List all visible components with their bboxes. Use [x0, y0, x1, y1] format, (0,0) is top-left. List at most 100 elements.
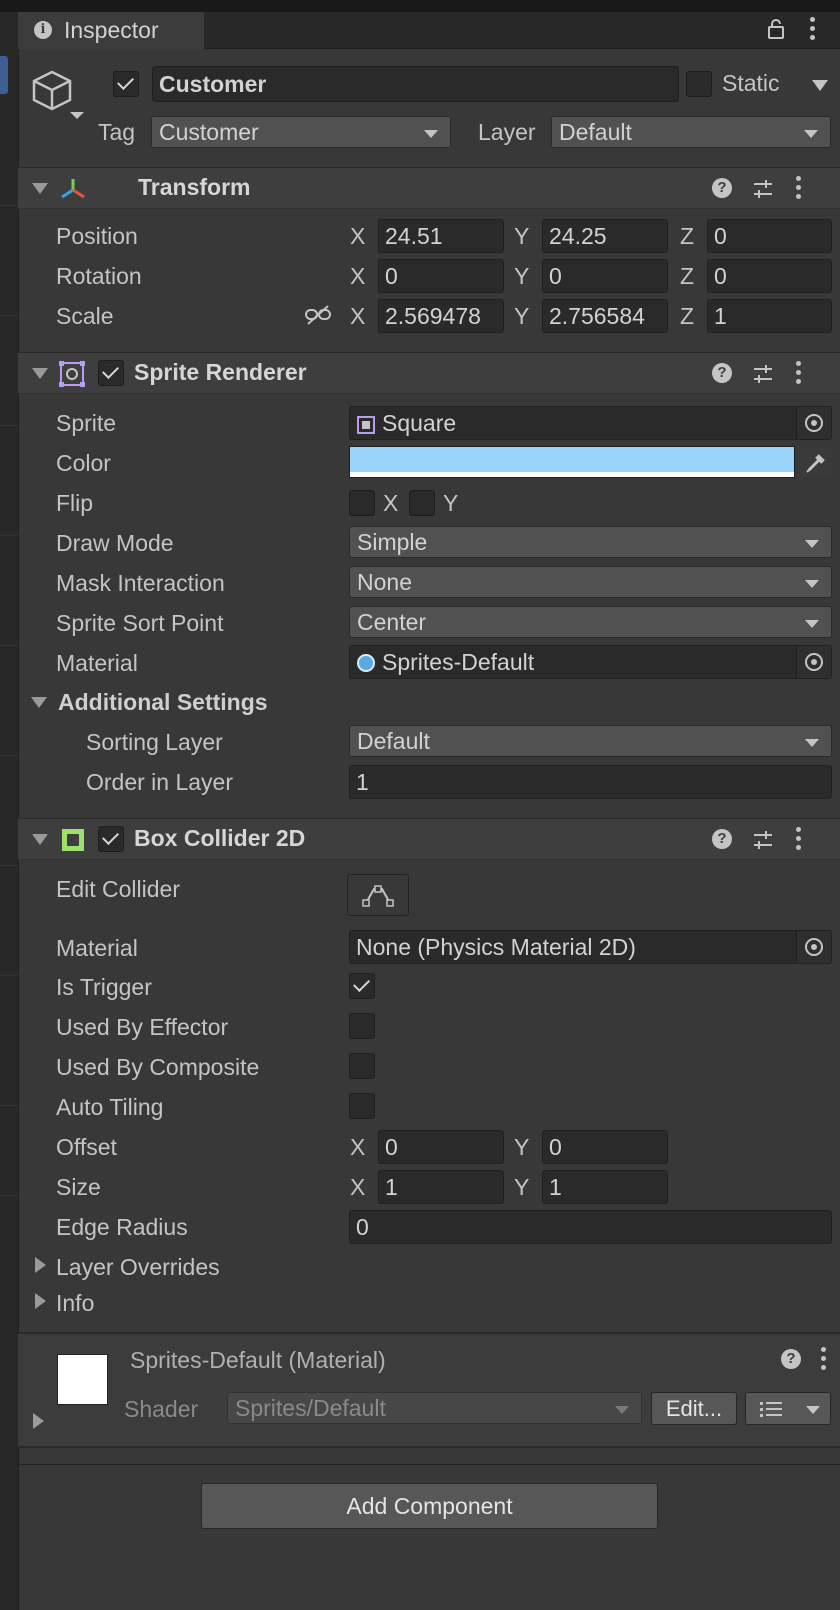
used-by-composite-checkbox[interactable]	[349, 1053, 375, 1079]
gameobject-cube-icon[interactable]	[30, 68, 86, 120]
axis-y: Y	[514, 1134, 530, 1160]
sprite-asset-icon	[357, 416, 375, 434]
box-collider-title: Box Collider 2D	[134, 825, 306, 851]
sprite-renderer-header[interactable]: Sprite Renderer ?	[18, 352, 840, 394]
adjacent-panel-edge	[0, 12, 19, 1610]
object-picker-icon[interactable]	[796, 931, 831, 963]
constrain-proportions-icon[interactable]	[304, 304, 332, 326]
material-object-field[interactable]: Sprites-Default	[349, 645, 832, 679]
scale-x-input[interactable]: 2.569478	[378, 299, 504, 333]
sprite-renderer-foldout-arrow[interactable]	[32, 368, 48, 379]
box-collider-foldout-arrow[interactable]	[32, 834, 48, 845]
axis-x: X	[350, 1134, 366, 1160]
layer-dropdown[interactable]: Default	[551, 116, 831, 148]
object-picker-icon[interactable]	[796, 407, 831, 439]
scale-label: Scale	[56, 303, 114, 329]
info-foldout-arrow[interactable]	[35, 1293, 46, 1309]
add-component-button[interactable]: Add Component	[201, 1483, 658, 1529]
order-in-layer-input[interactable]: 1	[349, 765, 832, 799]
edit-collider-button[interactable]	[347, 874, 409, 916]
draw-mode-value: Simple	[357, 529, 428, 555]
object-picker-icon[interactable]	[796, 646, 831, 678]
tag-value: Customer	[159, 119, 259, 145]
lock-icon[interactable]	[766, 18, 786, 40]
sprite-sort-point-dropdown[interactable]: Center	[349, 606, 832, 638]
eyedropper-icon[interactable]	[799, 448, 831, 478]
presets-icon[interactable]	[752, 829, 774, 851]
is-trigger-checkbox[interactable]	[349, 973, 375, 999]
transform-header[interactable]: Transform ?	[18, 167, 840, 209]
tag-label: Tag	[98, 119, 136, 145]
component-menu-icon[interactable]	[796, 361, 802, 385]
shader-label: Shader	[124, 1396, 199, 1422]
tab-inspector[interactable]: i Inspector	[18, 12, 204, 49]
material-foldout-arrow[interactable]	[33, 1413, 44, 1429]
shader-dropdown[interactable]: Sprites/Default	[227, 1392, 642, 1424]
list-icon	[760, 1402, 782, 1417]
additional-settings-foldout-arrow[interactable]	[31, 697, 47, 708]
sprite-sort-point-value: Center	[357, 609, 427, 635]
static-checkbox[interactable]	[686, 71, 712, 97]
physics-material-field[interactable]: None (Physics Material 2D)	[349, 930, 832, 964]
tag-dropdown[interactable]: Customer	[151, 116, 451, 148]
mask-interaction-dropdown[interactable]: None	[349, 566, 832, 598]
material-preview-thumbnail	[57, 1354, 108, 1405]
sprite-object-field[interactable]: Square	[349, 406, 832, 440]
transform-axes-icon	[61, 179, 85, 199]
object-name-input[interactable]: Customer	[152, 66, 679, 102]
used-by-composite-label: Used By Composite	[56, 1054, 260, 1080]
object-active-checkbox[interactable]	[113, 71, 139, 97]
size-y-input[interactable]: 1	[542, 1170, 668, 1204]
axis-y: Y	[514, 223, 530, 249]
color-swatch[interactable]	[349, 446, 795, 478]
additional-settings-label[interactable]: Additional Settings	[58, 689, 268, 716]
position-x-input[interactable]: 24.51	[378, 219, 504, 253]
transform-foldout-arrow[interactable]	[32, 183, 48, 194]
help-icon[interactable]: ?	[712, 363, 732, 383]
scale-y-input[interactable]: 2.756584	[542, 299, 668, 333]
component-menu-icon[interactable]	[796, 827, 802, 851]
component-menu-icon[interactable]	[796, 176, 802, 200]
help-icon[interactable]: ?	[781, 1349, 801, 1369]
sorting-layer-dropdown[interactable]: Default	[349, 725, 832, 757]
size-x-input[interactable]: 1	[378, 1170, 504, 1204]
sprite-renderer-enabled-checkbox[interactable]	[98, 360, 124, 386]
help-icon[interactable]: ?	[712, 178, 732, 198]
material-label: Material	[56, 650, 138, 676]
box-collider-header[interactable]: Box Collider 2D ?	[18, 818, 840, 860]
edit-shader-button[interactable]: Edit...	[651, 1392, 737, 1425]
axis-z: Z	[680, 223, 695, 249]
position-z-input[interactable]: 0	[707, 219, 832, 253]
flip-y-checkbox[interactable]	[409, 490, 435, 516]
static-dropdown-arrow[interactable]	[812, 80, 828, 91]
layer-value: Default	[559, 119, 632, 145]
scale-z-input[interactable]: 1	[707, 299, 832, 333]
tab-menu-icon[interactable]	[810, 17, 816, 41]
presets-icon[interactable]	[752, 363, 774, 385]
flip-x-checkbox[interactable]	[349, 490, 375, 516]
rotation-x-input[interactable]: 0	[378, 259, 504, 293]
mask-interaction-label: Mask Interaction	[56, 570, 225, 596]
layer-overrides-foldout-arrow[interactable]	[35, 1257, 46, 1273]
rotation-z-input[interactable]: 0	[707, 259, 832, 293]
presets-icon[interactable]	[752, 178, 774, 200]
flip-label: Flip	[56, 490, 94, 516]
edge-radius-input[interactable]: 0	[349, 1210, 832, 1244]
material-menu-icon[interactable]	[821, 1347, 827, 1371]
sorting-layer-label: Sorting Layer	[86, 729, 223, 755]
box-collider-enabled-checkbox[interactable]	[98, 826, 124, 852]
help-icon[interactable]: ?	[712, 829, 732, 849]
position-y-input[interactable]: 24.25	[542, 219, 668, 253]
sprite-sort-point-label: Sprite Sort Point	[56, 610, 224, 636]
used-by-effector-checkbox[interactable]	[349, 1013, 375, 1039]
offset-y-input[interactable]: 0	[542, 1130, 668, 1164]
auto-tiling-checkbox[interactable]	[349, 1093, 375, 1119]
draw-mode-dropdown[interactable]: Simple	[349, 526, 832, 558]
info-label[interactable]: Info	[56, 1290, 94, 1317]
layer-overrides-label[interactable]: Layer Overrides	[56, 1254, 220, 1281]
offset-x-input[interactable]: 0	[378, 1130, 504, 1164]
box-collider-icon	[62, 829, 84, 851]
material-options-button[interactable]	[745, 1392, 831, 1425]
axis-y: Y	[514, 303, 530, 329]
rotation-y-input[interactable]: 0	[542, 259, 668, 293]
